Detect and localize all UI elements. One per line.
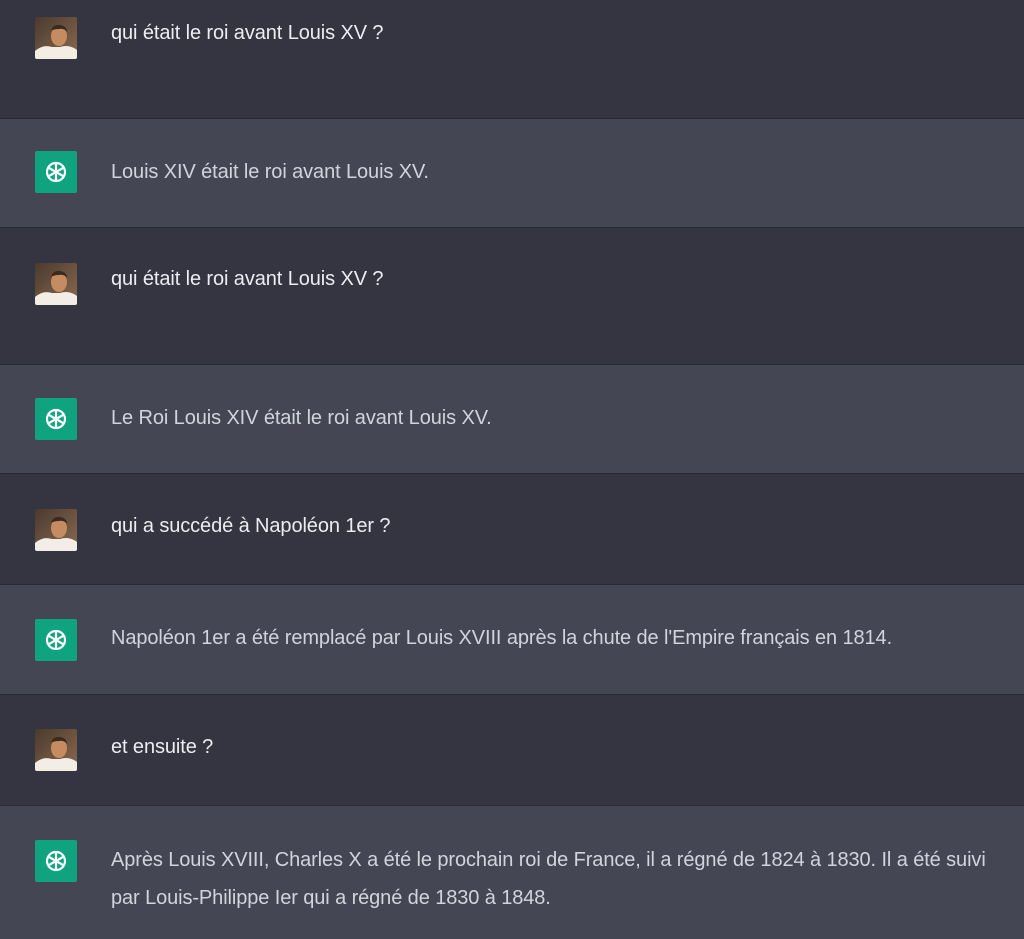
openai-logo-icon [45, 850, 67, 872]
assistant-avatar [35, 398, 77, 440]
assistant-avatar [35, 619, 77, 661]
openai-logo-icon [45, 161, 67, 183]
assistant-avatar [35, 151, 77, 193]
user-avatar [35, 509, 77, 551]
user-avatar [35, 729, 77, 771]
message-text: Le Roi Louis XIV était le roi avant Loui… [111, 407, 492, 429]
openai-logo-icon [45, 629, 67, 651]
message-text: Après Louis XVIII, Charles X a été le pr… [111, 849, 986, 909]
message-assistant: Après Louis XVIII, Charles X a été le pr… [0, 806, 1024, 939]
openai-logo-icon [45, 408, 67, 430]
user-avatar [35, 17, 77, 59]
message-user: qui a succédé à Napoléon 1er ? [0, 474, 1024, 585]
message-text: qui était le roi avant Louis XV ? [111, 22, 384, 44]
user-avatar [35, 263, 77, 305]
message-assistant: Le Roi Louis XIV était le roi avant Loui… [0, 365, 1024, 474]
message-assistant: Louis XIV était le roi avant Louis XV. [0, 119, 1024, 228]
message-text: qui était le roi avant Louis XV ? [111, 268, 384, 290]
message-user: et ensuite ? [0, 695, 1024, 806]
message-text: Louis XIV était le roi avant Louis XV. [111, 161, 429, 183]
message-text: et ensuite ? [111, 736, 214, 758]
message-user: qui était le roi avant Louis XV ? [0, 228, 1024, 365]
message-user: qui était le roi avant Louis XV ? [0, 0, 1024, 119]
message-text: Napoléon 1er a été remplacé par Louis XV… [111, 627, 893, 649]
assistant-avatar [35, 840, 77, 882]
message-text: qui a succédé à Napoléon 1er ? [111, 515, 391, 537]
message-assistant: Napoléon 1er a été remplacé par Louis XV… [0, 585, 1024, 695]
